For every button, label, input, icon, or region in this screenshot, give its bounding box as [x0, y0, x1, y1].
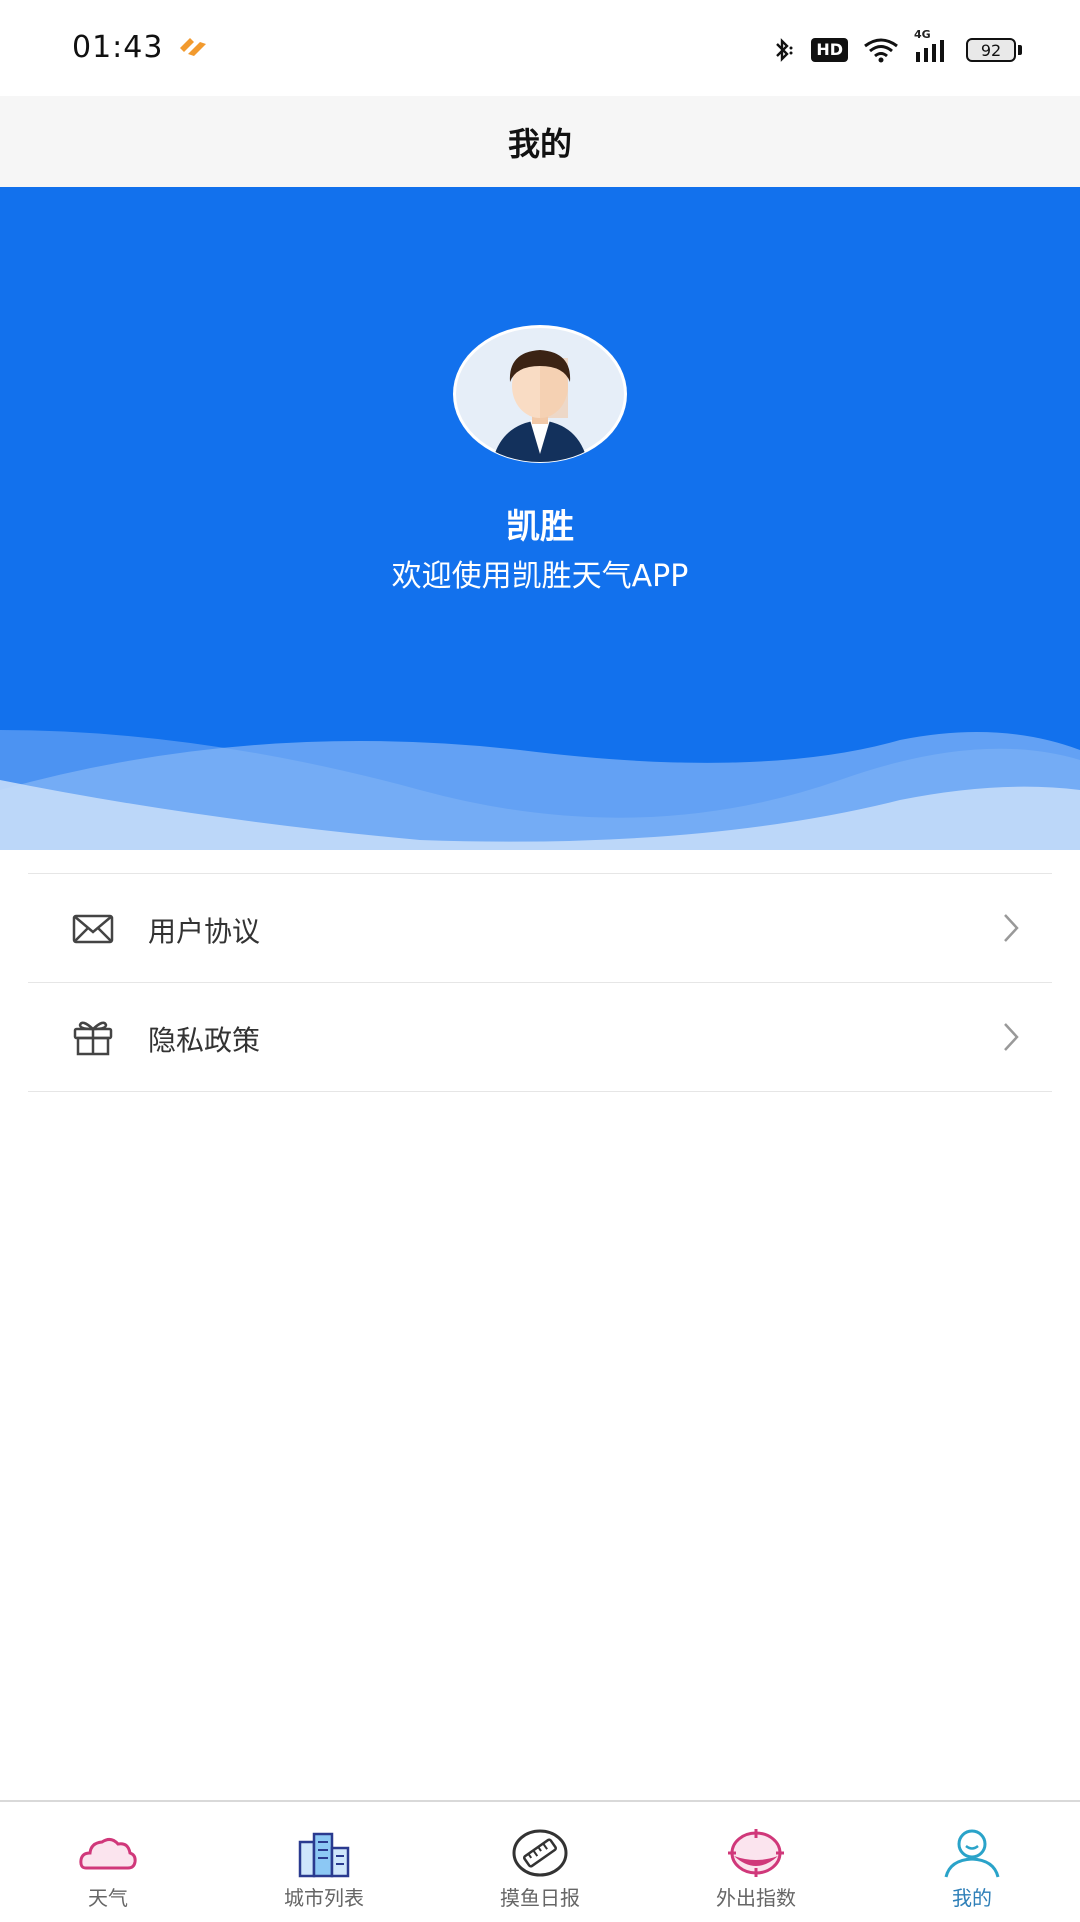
page-title: 我的	[507, 124, 572, 163]
cloud-icon	[78, 1828, 138, 1878]
profile-name: 凯胜	[506, 507, 574, 547]
target-icon	[726, 1828, 786, 1878]
wifi-icon	[862, 36, 900, 64]
city-buildings-icon	[294, 1828, 354, 1878]
battery-tip	[1018, 45, 1022, 55]
tab-mine[interactable]: 我的	[864, 1802, 1080, 1922]
tab-weather[interactable]: 天气	[0, 1802, 216, 1922]
tab-city-list[interactable]: 城市列表	[216, 1802, 432, 1922]
tab-label: 我的	[952, 1886, 992, 1910]
wave-decoration	[0, 730, 1080, 850]
signal-icon: 4G	[914, 28, 952, 64]
profile-header: 凯胜 欢迎使用凯胜天气APP	[0, 187, 1080, 850]
menu-item-label: 用户协议	[148, 915, 261, 948]
chevron-right-icon	[1002, 912, 1020, 944]
tab-label: 外出指数	[716, 1886, 796, 1910]
welcome-text: 欢迎使用凯胜天气APP	[391, 559, 689, 594]
menu-item-user-agreement[interactable]: 用户协议	[28, 873, 1052, 982]
status-bar: 01:43 HD 4G 92	[0, 0, 1080, 96]
bluetooth-icon	[769, 36, 797, 64]
tab-outdoor-index[interactable]: 外出指数	[648, 1802, 864, 1922]
tab-daily-report[interactable]: 摸鱼日报	[432, 1802, 648, 1922]
battery-icon: 92	[966, 38, 1022, 62]
ruler-badge-icon	[510, 1828, 570, 1878]
user-icon	[942, 1828, 1002, 1878]
battery-level: 92	[966, 38, 1016, 62]
title-bar: 我的	[0, 96, 1080, 187]
status-icons: HD 4G 92	[769, 28, 1022, 68]
menu-item-privacy-policy[interactable]: 隐私政策	[28, 982, 1052, 1092]
tab-label: 摸鱼日报	[500, 1886, 580, 1910]
bottom-tab-bar: 天气 城市列表 摸鱼日报 外出指数 我的	[0, 1800, 1080, 1922]
menu-list: 用户协议 隐私政策	[28, 873, 1052, 1092]
avatar[interactable]	[452, 324, 628, 464]
gift-icon	[72, 1017, 114, 1057]
status-time: 01:43	[72, 30, 164, 65]
app-notification-icon	[178, 36, 208, 62]
tab-label: 城市列表	[284, 1886, 364, 1910]
network-type-label: 4G	[914, 28, 931, 41]
chevron-right-icon	[1002, 1021, 1020, 1053]
tab-label: 天气	[88, 1886, 128, 1910]
menu-item-label: 隐私政策	[148, 1024, 261, 1057]
hd-icon: HD	[811, 38, 848, 62]
envelope-icon	[72, 908, 114, 948]
